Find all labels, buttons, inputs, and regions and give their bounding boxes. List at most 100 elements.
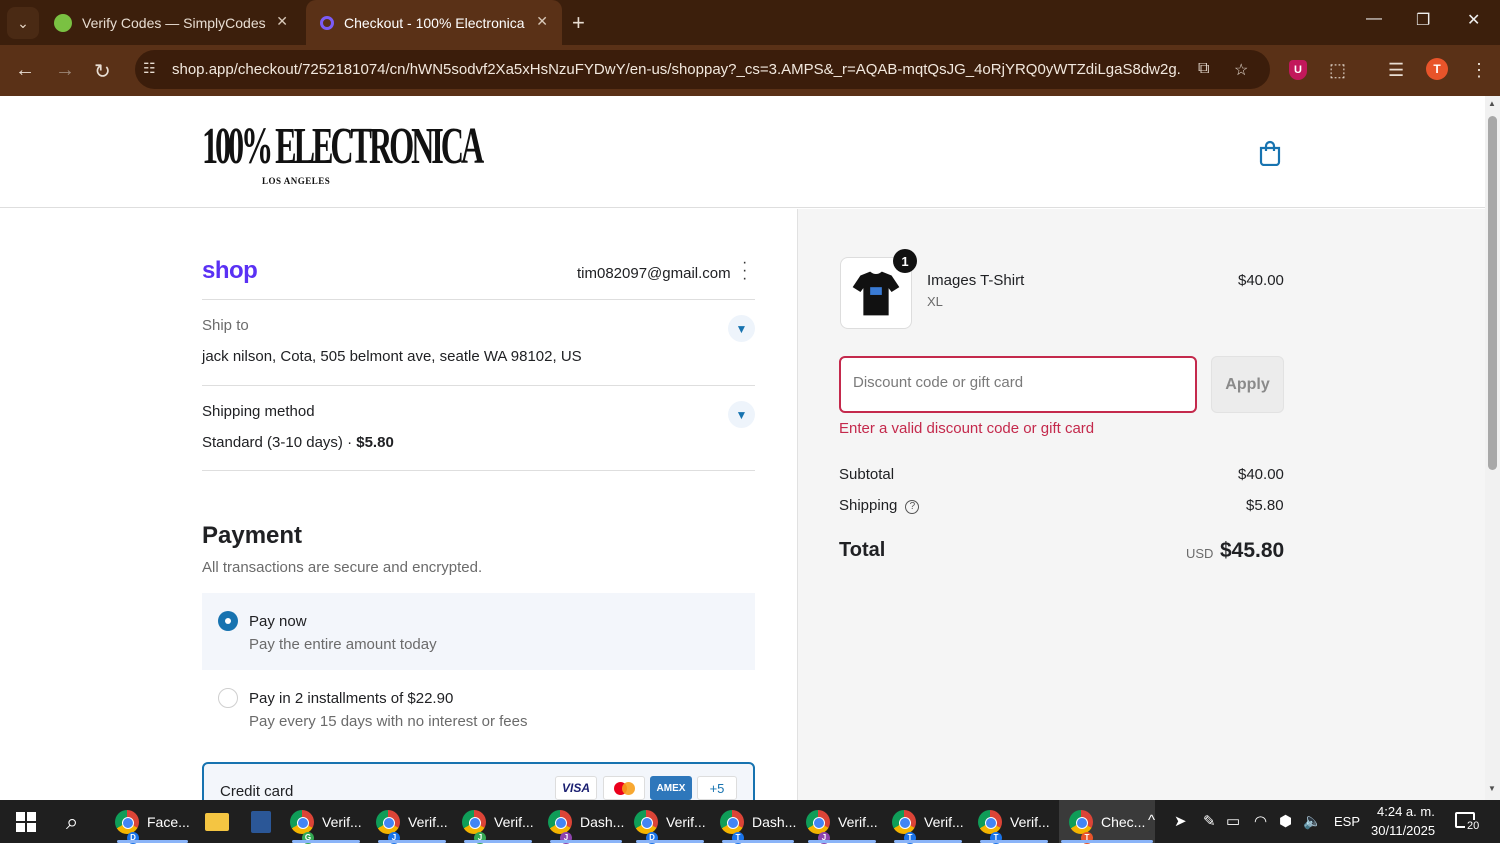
divider (202, 299, 755, 300)
shipping-method-name: Standard (3-10 days) · (202, 434, 357, 451)
chrome-icon: T (1069, 809, 1093, 844)
shipping-method-value: Standard (3-10 days) · $5.80 (202, 434, 394, 451)
help-circle-icon[interactable]: ? (905, 500, 920, 514)
site-info-icon[interactable]: ☷ (143, 60, 161, 78)
wifi-icon[interactable]: ◠ (1254, 812, 1267, 830)
discount-input[interactable] (853, 374, 1183, 391)
tab-title: Checkout - 100% Electronica (344, 14, 525, 31)
search-icon[interactable]: ⌕ (66, 800, 78, 843)
telegram-icon[interactable]: ➤ (1174, 812, 1187, 830)
taskbar-chrome-window[interactable]: G Verif... (290, 800, 362, 844)
page-scrollbar[interactable]: ▲ ▼ (1485, 96, 1500, 800)
product-price: $40.00 (1238, 272, 1284, 289)
clock-date[interactable]: 30/11/2025 (1371, 823, 1435, 838)
taskbar-chrome-window[interactable]: T Chec... (1059, 800, 1156, 844)
close-tab-icon[interactable]: ✕ (536, 13, 548, 30)
clock-time[interactable]: 4:24 a. m. (1377, 804, 1435, 819)
pay-now-title: Pay now (249, 613, 307, 630)
taskbar-chrome-window[interactable]: J Verif... (376, 800, 448, 844)
start-button-windows-icon[interactable] (16, 800, 36, 843)
profile-avatar[interactable]: T (1426, 58, 1448, 80)
tab-title: Verify Codes — SimplyCodes (82, 14, 266, 31)
taskbar-window-label: Verif... (666, 813, 706, 830)
tab-checkout[interactable]: Checkout - 100% Electronica ✕ (306, 0, 562, 45)
ship-to-address: jack nilson, Cota, 505 belmont ave, seat… (202, 348, 582, 365)
scrollbar-thumb[interactable] (1488, 116, 1497, 470)
reload-icon[interactable]: ↻ (94, 59, 111, 84)
close-window-icon[interactable]: ✕ (1467, 10, 1480, 30)
credit-card-label: Credit card (220, 783, 294, 800)
new-tab-plus-icon[interactable]: + (572, 10, 585, 36)
restore-icon[interactable]: ❐ (1416, 10, 1430, 30)
pen-icon[interactable]: ✎ (1203, 812, 1216, 830)
taskbar-window-label: Verif... (322, 813, 362, 830)
subtotal-label: Subtotal (839, 466, 895, 483)
chrome-icon: G (290, 809, 314, 844)
taskbar-chrome-window[interactable]: J Dash... (548, 800, 624, 844)
url-text[interactable]: shop.app/checkout/7252181074/cn/hWN5sodv… (172, 61, 1182, 78)
store-logo-text: 100% ELECTRONICA (202, 118, 484, 175)
apply-discount-button[interactable]: Apply (1211, 356, 1284, 413)
back-icon[interactable]: ← (15, 59, 35, 82)
pay-now-option[interactable]: Pay now Pay the entire amount today (202, 593, 755, 670)
chrome-icon: J (806, 809, 830, 844)
battery-icon[interactable]: ▭ (1226, 812, 1240, 830)
scroll-up-arrow-icon[interactable]: ▲ (1488, 99, 1496, 108)
taskbar-chrome-window[interactable]: D Face... (115, 800, 190, 844)
taskbar-window-label: Face... (147, 813, 190, 830)
taskbar-window-label: Verif... (494, 813, 534, 830)
taskbar-chrome-window[interactable]: T Verif... (892, 800, 964, 844)
language-indicator[interactable]: ESP (1334, 814, 1360, 829)
translate-icon[interactable]: ⧉ (1198, 60, 1209, 78)
taskbar-chrome-window[interactable]: J Verif... (806, 800, 878, 844)
bookmark-star-icon[interactable]: ☆ (1234, 60, 1248, 80)
more-cards-badge: +5 (697, 776, 737, 800)
volume-icon[interactable]: 🔈 (1303, 812, 1322, 830)
taskbar-chrome-window[interactable]: T Dash... (720, 800, 797, 844)
file-explorer-icon[interactable] (205, 800, 229, 843)
subtotal-value: $40.00 (1238, 466, 1284, 483)
installments-radio[interactable] (218, 688, 238, 708)
forward-icon[interactable]: → (55, 59, 75, 82)
address-bar[interactable]: ☷ shop.app/checkout/7252181074/cn/hWN5so… (135, 50, 1270, 89)
shopping-bag-icon[interactable] (1258, 140, 1282, 166)
taskbar-window-label: Verif... (408, 813, 448, 830)
shop-favicon-icon (320, 15, 334, 30)
tab-search-chevron-icon[interactable]: ⌄ (7, 7, 39, 39)
extension-shield-icon[interactable]: U (1289, 60, 1307, 80)
pay-now-radio[interactable] (218, 611, 238, 631)
notifications-icon[interactable]: 20 (1455, 812, 1482, 832)
order-summary: 1 Images T-Shirt XL $40.00 Apply Enter a… (797, 209, 1485, 800)
browser-menu-icon[interactable]: ⋮ (1470, 60, 1488, 81)
calculator-icon[interactable] (251, 800, 271, 843)
close-tab-icon[interactable]: ✕ (276, 13, 288, 30)
chrome-icon: J (548, 809, 572, 844)
chrome-icon: J (462, 809, 486, 844)
checkout-page: 100% ELECTRONICA LOS ANGELES shop tim082… (0, 96, 1485, 800)
quantity-badge: 1 (893, 249, 917, 273)
tray-overflow-chevron-icon[interactable]: ^ (1148, 812, 1155, 829)
media-control-icon[interactable]: ☰ (1388, 60, 1404, 81)
taskbar-window-label: Dash... (752, 813, 797, 830)
ship-to-chevron-icon[interactable]: ▼ (728, 315, 755, 342)
discount-field[interactable] (839, 356, 1197, 413)
installments-option[interactable]: Pay in 2 installments of $22.90 Pay ever… (202, 670, 755, 750)
minimize-icon[interactable]: — (1366, 10, 1382, 28)
currency-code: USD (1186, 546, 1214, 561)
shipping-method-chevron-icon[interactable]: ▼ (728, 401, 755, 428)
payment-subtitle: All transactions are secure and encrypte… (202, 559, 483, 576)
extensions-puzzle-icon[interactable]: ⬚ (1329, 60, 1346, 81)
account-menu-icon[interactable]: · · · (742, 255, 747, 287)
taskbar-chrome-window[interactable]: J Verif... (462, 800, 534, 844)
scroll-down-arrow-icon[interactable]: ▼ (1488, 784, 1496, 793)
amex-icon: AMEX (650, 776, 692, 800)
taskbar-chrome-window[interactable]: T Verif... (978, 800, 1050, 844)
store-logo[interactable]: 100% ELECTRONICA LOS ANGELES (202, 118, 484, 188)
taskbar-window-label: Chec... (1101, 813, 1146, 830)
mastercard-icon (603, 776, 645, 800)
visa-icon: VISA (555, 776, 597, 800)
network-icon[interactable]: ⬢ (1279, 812, 1292, 830)
credit-card-option[interactable]: Credit card VISA AMEX +5 (202, 762, 755, 800)
taskbar-chrome-window[interactable]: D Verif... (634, 800, 706, 844)
tab-verify-codes[interactable]: Verify Codes — SimplyCodes ✕ (40, 0, 302, 45)
